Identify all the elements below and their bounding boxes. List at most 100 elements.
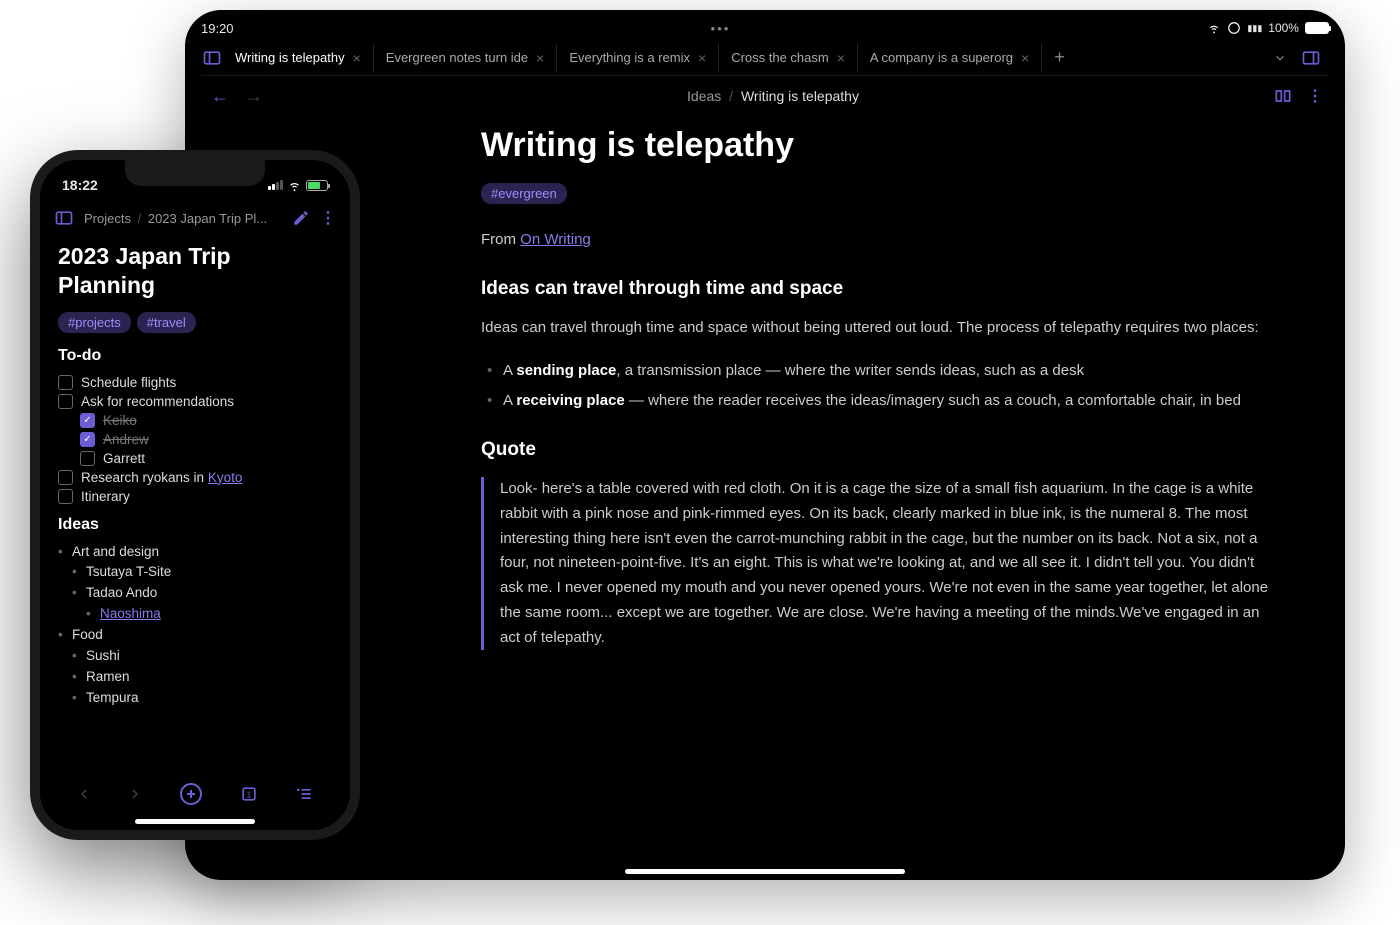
tab-label: Writing is telepathy [235, 50, 345, 65]
todo-item[interactable]: Itinerary [58, 487, 332, 506]
ipad-status-bar: 19:20 ••• ▮▮▮ 100% [201, 10, 1329, 40]
from-line: From On Writing [481, 228, 1269, 252]
todo-item[interactable]: Research ryokans in Kyoto [58, 468, 332, 487]
list-item: Food [58, 625, 332, 646]
tab-label: Evergreen notes turn ide [386, 50, 528, 65]
new-tab-button[interactable]: + [1042, 47, 1077, 68]
tag-evergreen[interactable]: #evergreen [481, 183, 567, 204]
list-item: Ramen [72, 667, 332, 688]
battery-icon [306, 180, 328, 191]
note-title[interactable]: Writing is telepathy [481, 126, 1269, 165]
multitask-dots[interactable]: ••• [711, 21, 731, 36]
tabs-button[interactable]: 1 [239, 784, 259, 804]
tab-label: Cross the chasm [731, 50, 829, 65]
note-title[interactable]: 2023 Japan Trip Planning [58, 242, 332, 300]
toolbar: ← → Ideas / Writing is telepathy ⋮ [201, 76, 1329, 116]
left-sidebar-toggle-icon[interactable] [54, 208, 74, 228]
breadcrumb-parent[interactable]: Projects [84, 211, 131, 226]
close-icon[interactable]: × [353, 50, 361, 66]
wifi-icon [287, 178, 302, 193]
checkbox-icon[interactable] [58, 470, 73, 485]
close-icon[interactable]: × [1021, 50, 1029, 66]
list-item: Sushi [72, 646, 332, 667]
todo-item[interactable]: Ask for recommendations [58, 392, 332, 411]
link-naoshima[interactable]: Naoshima [100, 606, 161, 621]
battery-percent: 100% [1268, 21, 1299, 35]
nav-forward-button [127, 786, 143, 802]
list-item: A sending place, a transmission place — … [487, 358, 1269, 384]
link-kyoto[interactable]: Kyoto [208, 470, 243, 485]
close-icon[interactable]: × [837, 50, 845, 66]
checkbox-icon[interactable] [58, 489, 73, 504]
left-sidebar-toggle-icon[interactable] [201, 47, 223, 69]
checkbox-checked-icon[interactable]: ✓ [80, 413, 95, 428]
breadcrumb-parent[interactable]: Ideas [687, 88, 721, 104]
edit-icon[interactable] [292, 209, 310, 227]
iphone-toolbar: Projects / 2023 Japan Trip Pl... ⋮ [40, 200, 350, 236]
breadcrumb[interactable]: Ideas / Writing is telepathy [273, 88, 1273, 104]
tab-evergreen-notes[interactable]: Evergreen notes turn ide × [374, 44, 558, 72]
tab-company-superorganism[interactable]: A company is a superorg × [858, 44, 1042, 72]
list-item: Art and design [58, 542, 332, 563]
tab-everything-is-a-remix[interactable]: Everything is a remix × [557, 44, 719, 72]
list-item: Naoshima [86, 604, 332, 625]
list-item: A receiving place — where the reader rec… [487, 388, 1269, 414]
status-right: ▮▮▮ 100% [1207, 21, 1329, 35]
quote-heading: Quote [481, 439, 1269, 461]
nav-forward-button: → [245, 86, 263, 107]
todo-item[interactable]: ✓Andrew [58, 430, 332, 449]
tab-cross-the-chasm[interactable]: Cross the chasm × [719, 44, 858, 72]
notch [125, 160, 265, 186]
tab-writing-is-telepathy[interactable]: Writing is telepathy × [223, 44, 374, 72]
breadcrumb[interactable]: Projects / 2023 Japan Trip Pl... [84, 211, 282, 226]
tab-label: Everything is a remix [569, 50, 690, 65]
todo-item[interactable]: Schedule flights [58, 373, 332, 392]
checkbox-icon[interactable] [58, 394, 73, 409]
outline-button[interactable] [294, 784, 314, 804]
note-content: Writing is telepathy #evergreen From On … [201, 116, 1329, 670]
todo-heading: To-do [58, 347, 332, 365]
checkbox-checked-icon[interactable]: ✓ [80, 432, 95, 447]
tab-bar: Writing is telepathy × Evergreen notes t… [201, 40, 1329, 76]
svg-text:1: 1 [246, 789, 251, 799]
note-content: 2023 Japan Trip Planning #projects #trav… [40, 236, 350, 776]
tab-label: A company is a superorg [870, 50, 1013, 65]
blockquote: Look- here's a table covered with red cl… [481, 477, 1269, 650]
link-on-writing[interactable]: On Writing [520, 231, 591, 248]
tag-projects[interactable]: #projects [58, 312, 131, 333]
list-item: Tadao Ando [72, 583, 332, 604]
list-item: Tempura [72, 688, 332, 709]
ideas-heading: Ideas [58, 516, 332, 534]
tab-list-dropdown-icon[interactable] [1273, 51, 1287, 65]
breadcrumb-current: Writing is telepathy [741, 88, 859, 104]
bottom-toolbar: 1 [40, 776, 350, 812]
status-time: 19:20 [201, 21, 234, 36]
todo-item[interactable]: Garrett [58, 449, 332, 468]
orientation-lock-icon [1227, 21, 1241, 35]
home-indicator[interactable] [135, 819, 255, 824]
wifi-icon [1207, 21, 1221, 35]
tag-travel[interactable]: #travel [137, 312, 196, 333]
right-panel-toggle-icon[interactable] [1301, 48, 1321, 68]
reader-view-icon[interactable] [1273, 86, 1293, 106]
close-icon[interactable]: × [536, 50, 544, 66]
breadcrumb-current: 2023 Japan Trip Pl... [148, 211, 267, 226]
cellular-signal-icon [268, 180, 283, 190]
section-heading: Ideas can travel through time and space [481, 278, 1269, 300]
checkbox-icon[interactable] [58, 375, 73, 390]
more-options-icon[interactable]: ⋮ [1307, 86, 1323, 106]
section-paragraph: Ideas can travel through time and space … [481, 316, 1269, 340]
home-indicator[interactable] [625, 869, 905, 874]
cellular-signal-icon: ▮▮▮ [1247, 23, 1262, 34]
new-note-button[interactable] [179, 782, 203, 806]
battery-icon [1305, 22, 1329, 34]
checkbox-icon[interactable] [80, 451, 95, 466]
close-icon[interactable]: × [698, 50, 706, 66]
list-item: Tsutaya T-Site [72, 562, 332, 583]
more-options-icon[interactable]: ⋮ [320, 208, 336, 228]
iphone-device: 18:22 Projects / 2023 Japan Trip Pl... ⋮… [30, 150, 360, 840]
todo-item[interactable]: ✓Keiko [58, 411, 332, 430]
nav-back-button[interactable]: ← [211, 86, 229, 107]
bullet-list: A sending place, a transmission place — … [481, 358, 1269, 413]
status-time: 18:22 [62, 177, 98, 193]
